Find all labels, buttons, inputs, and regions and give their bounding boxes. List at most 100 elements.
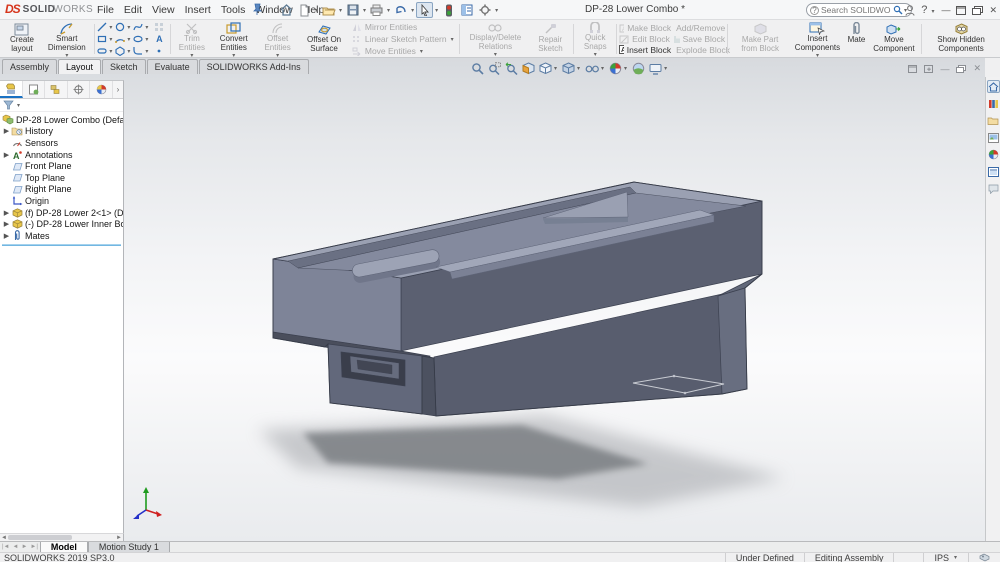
save-button[interactable] xyxy=(344,2,361,18)
minimize-button[interactable]: — xyxy=(941,5,950,15)
view-palette-icon[interactable] xyxy=(987,131,1000,144)
move-component-button[interactable]: Move Component xyxy=(868,21,919,57)
tab-motion-study[interactable]: Motion Study 1 xyxy=(88,542,170,552)
doc-new-window-icon[interactable] xyxy=(924,65,933,73)
point-tool[interactable] xyxy=(150,45,168,57)
search-icon[interactable] xyxy=(893,5,903,15)
tab-nav-buttons[interactable]: |◄ ◄ ► ►| xyxy=(0,542,40,552)
scroll-left-arrow[interactable]: ◄ xyxy=(0,535,8,541)
repair-sketch-button[interactable]: Repair Sketch xyxy=(530,21,572,57)
rollback-bar[interactable] xyxy=(2,244,121,246)
zoom-fit-icon[interactable] xyxy=(470,61,485,76)
status-tag-icon[interactable] xyxy=(968,553,1000,562)
line-tool[interactable]: ▾ xyxy=(96,21,114,33)
tree-item-part-lower2[interactable]: ▶ (f) DP-28 Lower 2<1> (Default<<I xyxy=(2,207,123,219)
save-dropdown[interactable]: ▾ xyxy=(363,7,366,14)
tree-item-history[interactable]: ▶ History xyxy=(2,126,123,138)
hide-show-items-icon[interactable]: ▾ xyxy=(584,62,606,75)
forum-icon[interactable] xyxy=(987,182,1000,195)
resources-home-icon[interactable] xyxy=(987,80,1000,93)
tree-item-front-plane[interactable]: Front Plane xyxy=(2,160,123,172)
new-dropdown[interactable]: ▾ xyxy=(315,7,318,14)
rectangle-tool[interactable]: ▾ xyxy=(96,33,114,45)
tree-item-right-plane[interactable]: Right Plane xyxy=(2,184,123,196)
filter-funnel-icon[interactable] xyxy=(3,100,14,110)
insert-components-button[interactable]: Insert Components▾ xyxy=(790,21,844,57)
print-dropdown[interactable]: ▾ xyxy=(387,7,390,14)
options-gear-button[interactable] xyxy=(476,2,493,18)
save-block-button[interactable]: Save Block xyxy=(673,34,725,44)
undo-dropdown[interactable]: ▾ xyxy=(411,7,414,14)
dimxpertmanager-tab[interactable] xyxy=(68,81,91,98)
tab-addins[interactable]: SOLIDWORKS Add-Ins xyxy=(199,59,309,74)
graphics-area[interactable]: ▾ ▾ ▾ ▾ ▾ — ✕ xyxy=(0,58,985,541)
home-button[interactable] xyxy=(278,2,295,18)
show-hidden-components-button[interactable]: Show Hidden Components xyxy=(924,21,998,57)
panel-tab-scroll-right[interactable]: › xyxy=(113,81,123,98)
configurationmanager-tab[interactable] xyxy=(45,81,68,98)
units-selector[interactable]: IPS▾ xyxy=(923,553,968,562)
filter-dropdown[interactable]: ▾ xyxy=(17,102,20,109)
zoom-area-icon[interactable] xyxy=(487,61,502,76)
mirror-entities-button[interactable]: Mirror Entities xyxy=(352,22,455,33)
tab-evaluate[interactable]: Evaluate xyxy=(147,59,198,74)
tree-item-origin[interactable]: Origin xyxy=(2,195,123,207)
options-dropdown[interactable]: ▾ xyxy=(495,7,498,14)
tree-item-mates[interactable]: ▶ Mates xyxy=(2,230,123,242)
text-tool[interactable]: A xyxy=(150,33,168,45)
fillet-tool[interactable]: ▾ xyxy=(132,45,150,57)
search-input[interactable] xyxy=(819,4,893,16)
expand-arrow[interactable]: ▶ xyxy=(2,232,11,240)
tree-item-part-inner-bottom[interactable]: ▶ (-) DP-28 Lower Inner Bottom<1> xyxy=(2,218,123,230)
tab-model[interactable]: Model xyxy=(40,542,88,552)
custom-properties-icon[interactable] xyxy=(987,165,1000,178)
tab-nav-first[interactable]: |◄ xyxy=(2,544,10,550)
add-remove-button[interactable]: Add/Remove xyxy=(673,23,725,33)
tab-nav-prev[interactable]: ◄ xyxy=(13,544,19,550)
edit-block-button[interactable]: Edit Block xyxy=(619,34,671,44)
open-dropdown[interactable]: ▾ xyxy=(339,7,342,14)
tree-item-root[interactable]: DP-28 Lower Combo (Default<Display xyxy=(2,114,123,126)
tree-item-sensors[interactable]: Sensors xyxy=(2,137,123,149)
user-account-icon[interactable] xyxy=(905,5,915,16)
mate-button[interactable]: Mate xyxy=(845,21,869,57)
select-tool-button[interactable] xyxy=(416,2,433,18)
propertymanager-tab[interactable] xyxy=(23,81,46,98)
tab-sketch[interactable]: Sketch xyxy=(102,59,146,74)
print-button[interactable] xyxy=(368,2,385,18)
restore-button[interactable] xyxy=(956,6,966,15)
convert-entities-button[interactable]: Convert Entities▾ xyxy=(211,21,257,57)
cascade-windows-button[interactable] xyxy=(972,6,983,15)
ellipse-tool[interactable]: ▾ xyxy=(132,33,150,45)
pin-menu-icon[interactable] xyxy=(252,3,262,15)
trim-entities-button[interactable]: Trim Entities▾ xyxy=(173,21,210,57)
previous-view-icon[interactable] xyxy=(504,61,519,76)
menu-edit[interactable]: Edit xyxy=(119,4,147,16)
insert-block-button[interactable]: AInsert Block xyxy=(619,45,671,55)
tree-item-top-plane[interactable]: Top Plane xyxy=(2,172,123,184)
menu-tools[interactable]: Tools xyxy=(216,4,251,16)
tab-nav-next[interactable]: ► xyxy=(21,544,27,550)
menu-view[interactable]: View xyxy=(147,4,180,16)
expand-arrow[interactable]: ▶ xyxy=(2,127,11,135)
display-style-icon[interactable]: ▾ xyxy=(561,61,582,76)
help-search-box[interactable]: ? ▾ xyxy=(806,3,912,17)
section-view-icon[interactable] xyxy=(521,61,536,76)
file-explorer-icon[interactable] xyxy=(987,114,1000,127)
tree-item-annotations[interactable]: ▶ A Annotations xyxy=(2,149,123,161)
selection-filter-icon[interactable] xyxy=(440,2,457,18)
doc-close-button[interactable]: ✕ xyxy=(973,63,981,74)
undo-button[interactable] xyxy=(392,2,409,18)
smart-dimension-button[interactable]: Smart Dimension▾ xyxy=(42,21,92,57)
help-menu-button[interactable]: ? ▾ xyxy=(921,4,935,16)
appearances-icon[interactable] xyxy=(987,148,1000,161)
menu-file[interactable]: File xyxy=(92,4,119,16)
tab-assembly[interactable]: Assembly xyxy=(2,59,57,74)
expand-arrow[interactable]: ▶ xyxy=(2,220,11,228)
view-settings-icon[interactable]: ▾ xyxy=(648,62,669,76)
tab-layout[interactable]: Layout xyxy=(58,59,101,74)
polygon-tool[interactable]: ▾ xyxy=(114,45,132,57)
circle-tool[interactable]: ▾ xyxy=(114,21,132,33)
tab-nav-last[interactable]: ►| xyxy=(30,544,38,550)
featuremanager-tree-tab[interactable] xyxy=(0,81,23,98)
